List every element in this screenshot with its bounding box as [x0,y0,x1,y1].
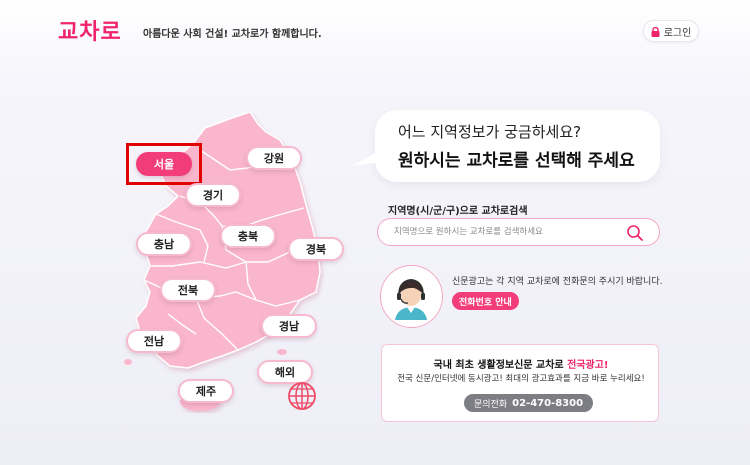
selection-highlight [126,143,202,185]
ad-description: 전국 신문/인터넷에 동시광고! 최대의 광고효과를 지금 바로 누리세요! [397,374,645,384]
ad-phone-button[interactable]: 문의전화 02-470-8300 [464,394,594,412]
ad-phone-number: 02-470-8300 [512,397,584,409]
region-chungnam[interactable]: 충남 [136,232,192,256]
region-gyeonggi[interactable]: 경기 [185,183,241,207]
region-jeju[interactable]: 제주 [178,379,234,403]
region-gyeongnam[interactable]: 경남 [261,314,317,338]
region-gangwon[interactable]: 강원 [246,146,302,170]
ad-title: 국내 최초 생활정보신문 교차로 전국광고! [382,356,660,371]
speech-bubble-tail [352,150,380,166]
search-label: 지역명(시/군/구)으로 교차로검색 [388,206,528,217]
ad-banner: 국내 최초 생활정보신문 교차로 전국광고! 전국 신문/인터넷에 동시광고! … [381,344,659,422]
island-small-2 [124,359,132,365]
region-chungbuk[interactable]: 충북 [220,224,276,248]
search-box [377,218,660,246]
search-input[interactable] [394,225,624,239]
ad-title-main: 국내 최초 생활정보신문 교차로 [433,360,564,371]
search-icon[interactable] [626,224,644,242]
region-gyeongbuk[interactable]: 경북 [288,237,344,261]
bubble-question: 어느 지역정보가 궁금하세요? [398,123,582,141]
bubble-instruction: 원하시는 교차로를 선택해 주세요 [398,151,635,171]
ad-phone-label: 문의전화 [474,399,508,410]
island-small-1 [277,349,287,355]
notice-text: 신문광고는 각 지역 교차로에 전화문의 주시기 바랍니다. [452,277,663,287]
globe-icon[interactable] [287,381,317,411]
region-jeonnam[interactable]: 전남 [126,329,182,353]
call-agent-icon [395,279,427,320]
ad-title-highlight: 전국광고! [567,360,609,371]
region-jeonbuk[interactable]: 전북 [160,278,216,302]
phone-guide-button[interactable]: 전화번호 안내 [452,292,519,310]
agent-avatar [380,265,443,328]
